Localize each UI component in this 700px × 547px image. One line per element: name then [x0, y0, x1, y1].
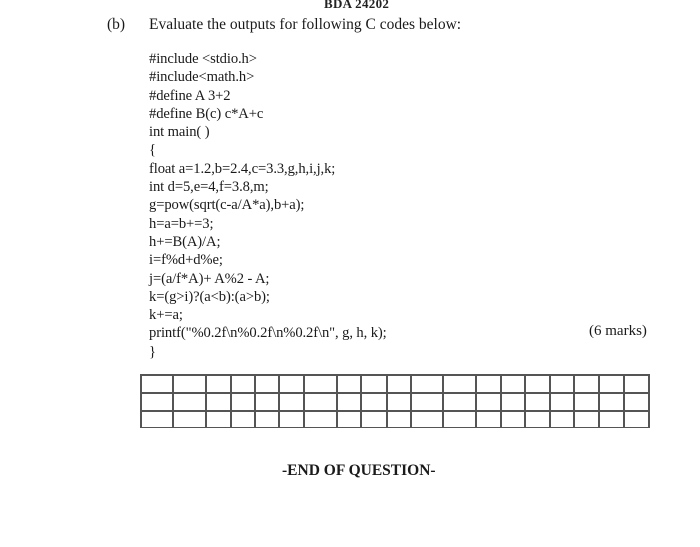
- answer-grid: [140, 374, 650, 428]
- code-line: #include <stdio.h>: [149, 51, 257, 67]
- grid-column-line: [205, 374, 207, 428]
- grid-column-line: [475, 374, 477, 428]
- marks-label: (6 marks): [589, 323, 647, 339]
- grid-column-line: [623, 374, 625, 428]
- grid-column-line: [410, 374, 412, 428]
- code-line: k=(g>i)?(a<b):(a>b);: [149, 288, 270, 305]
- grid-row-line: [140, 374, 650, 376]
- grid-column-line: [254, 374, 256, 428]
- end-of-question: -END OF QUESTION-: [282, 462, 436, 479]
- code-block: #include <stdio.h> #include<math.h> #def…: [149, 50, 387, 361]
- grid-column-line: [500, 374, 502, 428]
- code-line: #define B(c) c*A+c: [149, 105, 264, 122]
- grid-row-line: [140, 410, 650, 412]
- code-line: }: [149, 343, 156, 360]
- grid-column-line: [386, 374, 388, 428]
- code-line: j=(a/f*A)+ A%2 - A;: [149, 270, 270, 287]
- grid-column-line: [524, 374, 526, 428]
- code-line: i=f%d+d%e;: [149, 252, 223, 269]
- code-line: h=a=b+=3;: [149, 215, 214, 232]
- grid-column-line: [648, 374, 650, 428]
- grid-column-line: [336, 374, 338, 428]
- code-line: float a=1.2,b=2.4,c=3.3,g,h,i,j,k;: [149, 160, 336, 177]
- code-line: printf("%0.2f\n%0.2f\n%0.2f\n", g, h, k)…: [149, 325, 387, 342]
- code-line: k+=a;: [149, 307, 183, 324]
- grid-row-line: [140, 426, 650, 428]
- grid-row-line: [140, 392, 650, 394]
- code-line: {: [149, 142, 156, 159]
- code-line: h+=B(A)/A;: [149, 233, 221, 250]
- code-line: #define A 3+2: [149, 87, 231, 104]
- question-label: (b): [107, 16, 126, 33]
- question-prompt: Evaluate the outputs for following C cod…: [149, 16, 462, 33]
- grid-column-line: [230, 374, 232, 428]
- grid-column-line: [360, 374, 362, 428]
- grid-column-line: [573, 374, 575, 428]
- grid-column-line: [442, 374, 444, 428]
- grid-column-line: [278, 374, 280, 428]
- code-line: g=pow(sqrt(c-a/A*a),b+a);: [149, 197, 305, 214]
- page-header-code: BDA 24202: [324, 0, 390, 11]
- grid-column-line: [598, 374, 600, 428]
- code-line: int main( ): [149, 124, 210, 141]
- grid-column-line: [140, 374, 142, 428]
- grid-column-line: [549, 374, 551, 428]
- grid-column-line: [303, 374, 305, 428]
- code-line: #include<math.h>: [149, 69, 255, 86]
- grid-column-line: [172, 374, 174, 428]
- code-line: int d=5,e=4,f=3.8,m;: [149, 179, 269, 196]
